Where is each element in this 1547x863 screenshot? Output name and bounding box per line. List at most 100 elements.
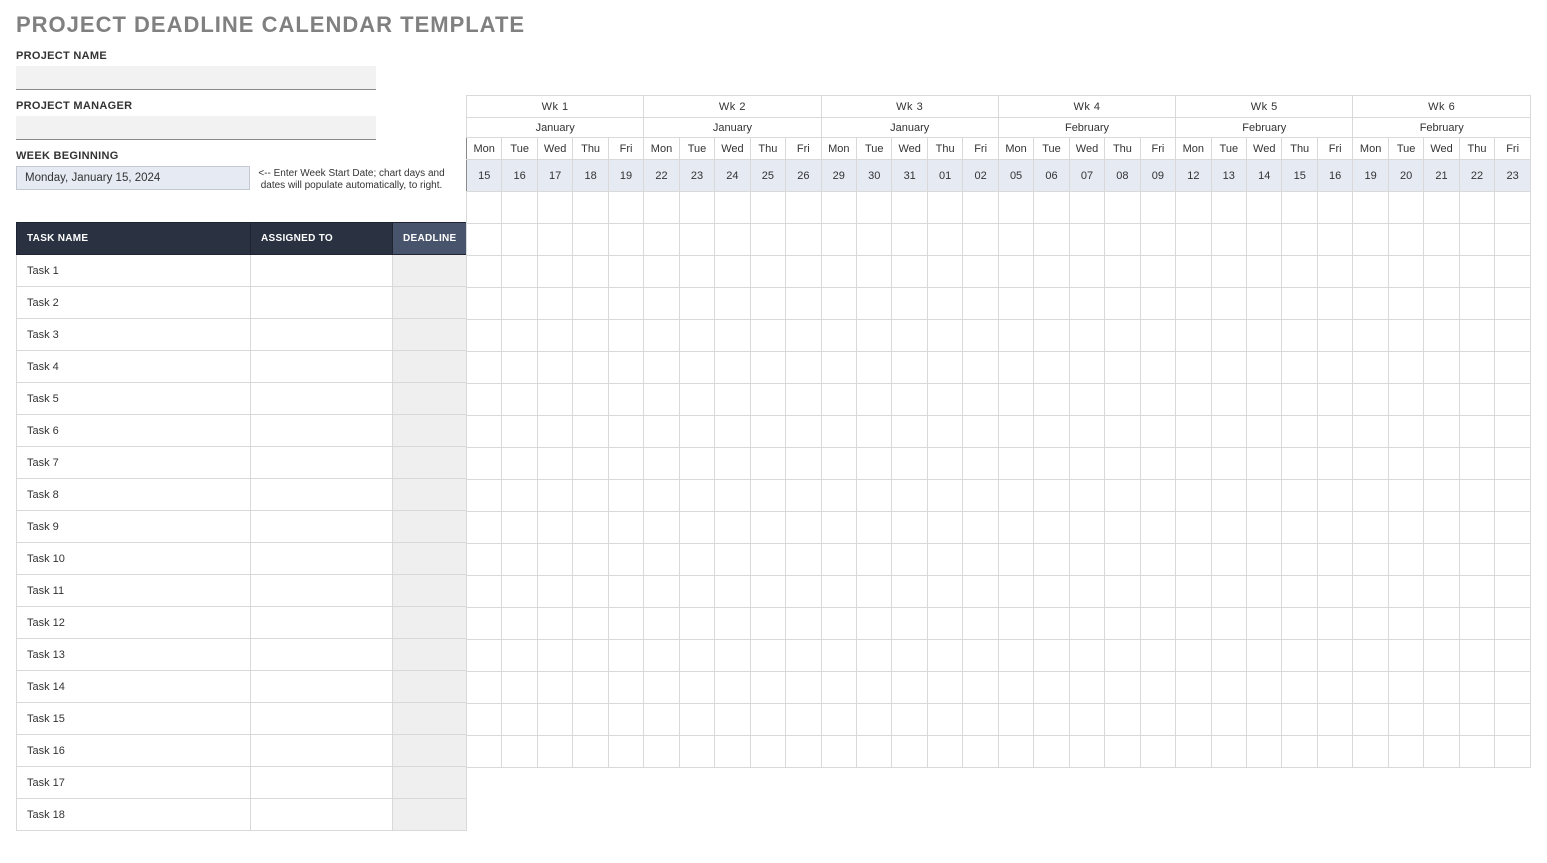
calendar-cell[interactable] <box>537 192 572 224</box>
calendar-cell[interactable] <box>1388 704 1423 736</box>
calendar-cell[interactable] <box>1459 576 1494 608</box>
calendar-cell[interactable] <box>750 352 785 384</box>
calendar-cell[interactable] <box>1247 672 1282 704</box>
calendar-cell[interactable] <box>1353 384 1388 416</box>
calendar-cell[interactable] <box>537 320 572 352</box>
calendar-cell[interactable] <box>1176 224 1211 256</box>
calendar-cell[interactable] <box>1353 320 1388 352</box>
calendar-cell[interactable] <box>1424 544 1459 576</box>
calendar-cell[interactable] <box>573 352 608 384</box>
calendar-cell[interactable] <box>1140 320 1175 352</box>
calendar-cell[interactable] <box>821 448 856 480</box>
calendar-cell[interactable] <box>1317 608 1352 640</box>
calendar-cell[interactable] <box>1247 448 1282 480</box>
calendar-cell[interactable] <box>1034 288 1069 320</box>
calendar-cell[interactable] <box>608 544 643 576</box>
calendar-cell[interactable] <box>573 320 608 352</box>
calendar-cell[interactable] <box>750 256 785 288</box>
calendar-cell[interactable] <box>1176 416 1211 448</box>
calendar-cell[interactable] <box>1211 448 1246 480</box>
deadline-cell[interactable] <box>393 607 467 639</box>
calendar-cell[interactable] <box>1317 320 1352 352</box>
calendar-cell[interactable] <box>502 704 537 736</box>
calendar-cell[interactable] <box>679 576 714 608</box>
calendar-cell[interactable] <box>644 352 679 384</box>
calendar-cell[interactable] <box>1176 576 1211 608</box>
calendar-cell[interactable] <box>1176 512 1211 544</box>
calendar-cell[interactable] <box>1282 352 1317 384</box>
calendar-cell[interactable] <box>1424 448 1459 480</box>
calendar-cell[interactable] <box>1353 736 1388 768</box>
calendar-cell[interactable] <box>1105 192 1140 224</box>
calendar-cell[interactable] <box>1105 320 1140 352</box>
calendar-cell[interactable] <box>998 384 1033 416</box>
calendar-cell[interactable] <box>786 576 821 608</box>
calendar-cell[interactable] <box>1317 704 1352 736</box>
calendar-cell[interactable] <box>857 256 892 288</box>
calendar-cell[interactable] <box>715 704 750 736</box>
calendar-cell[interactable] <box>963 416 998 448</box>
calendar-cell[interactable] <box>1105 576 1140 608</box>
calendar-cell[interactable] <box>467 416 502 448</box>
calendar-cell[interactable] <box>1388 544 1423 576</box>
calendar-cell[interactable] <box>821 704 856 736</box>
calendar-cell[interactable] <box>537 608 572 640</box>
calendar-cell[interactable] <box>1317 480 1352 512</box>
assigned-to-cell[interactable] <box>251 511 393 543</box>
calendar-cell[interactable] <box>1388 416 1423 448</box>
calendar-cell[interactable] <box>963 192 998 224</box>
calendar-cell[interactable] <box>786 704 821 736</box>
assigned-to-cell[interactable] <box>251 543 393 575</box>
calendar-cell[interactable] <box>467 672 502 704</box>
calendar-cell[interactable] <box>573 480 608 512</box>
calendar-cell[interactable] <box>608 288 643 320</box>
calendar-cell[interactable] <box>1317 256 1352 288</box>
calendar-cell[interactable] <box>1353 640 1388 672</box>
calendar-cell[interactable] <box>857 320 892 352</box>
calendar-cell[interactable] <box>1176 480 1211 512</box>
calendar-cell[interactable] <box>892 704 927 736</box>
calendar-cell[interactable] <box>786 448 821 480</box>
calendar-cell[interactable] <box>1282 256 1317 288</box>
project-name-input[interactable] <box>16 66 376 90</box>
calendar-cell[interactable] <box>573 448 608 480</box>
calendar-cell[interactable] <box>1459 256 1494 288</box>
calendar-cell[interactable] <box>1459 288 1494 320</box>
calendar-cell[interactable] <box>1105 416 1140 448</box>
calendar-cell[interactable] <box>857 576 892 608</box>
calendar-cell[interactable] <box>1459 448 1494 480</box>
calendar-cell[interactable] <box>1034 352 1069 384</box>
calendar-cell[interactable] <box>1424 672 1459 704</box>
calendar-cell[interactable] <box>857 640 892 672</box>
calendar-cell[interactable] <box>1424 608 1459 640</box>
calendar-cell[interactable] <box>644 288 679 320</box>
calendar-cell[interactable] <box>502 416 537 448</box>
calendar-cell[interactable] <box>786 320 821 352</box>
calendar-cell[interactable] <box>608 704 643 736</box>
assigned-to-cell[interactable] <box>251 287 393 319</box>
calendar-cell[interactable] <box>1317 224 1352 256</box>
deadline-cell[interactable] <box>393 767 467 799</box>
calendar-cell[interactable] <box>1424 480 1459 512</box>
calendar-cell[interactable] <box>821 576 856 608</box>
calendar-cell[interactable] <box>1317 512 1352 544</box>
calendar-cell[interactable] <box>1247 480 1282 512</box>
calendar-cell[interactable] <box>1069 640 1104 672</box>
calendar-cell[interactable] <box>1211 352 1246 384</box>
calendar-cell[interactable] <box>679 704 714 736</box>
calendar-cell[interactable] <box>857 512 892 544</box>
calendar-cell[interactable] <box>1317 576 1352 608</box>
assigned-to-cell[interactable] <box>251 415 393 447</box>
calendar-cell[interactable] <box>1105 448 1140 480</box>
calendar-cell[interactable] <box>750 480 785 512</box>
calendar-cell[interactable] <box>1176 288 1211 320</box>
deadline-cell[interactable] <box>393 575 467 607</box>
calendar-cell[interactable] <box>1140 480 1175 512</box>
calendar-cell[interactable] <box>679 192 714 224</box>
calendar-cell[interactable] <box>1069 192 1104 224</box>
calendar-cell[interactable] <box>467 512 502 544</box>
assigned-to-cell[interactable] <box>251 799 393 831</box>
calendar-cell[interactable] <box>1140 384 1175 416</box>
calendar-cell[interactable] <box>892 288 927 320</box>
task-name-cell[interactable]: Task 1 <box>17 255 251 287</box>
